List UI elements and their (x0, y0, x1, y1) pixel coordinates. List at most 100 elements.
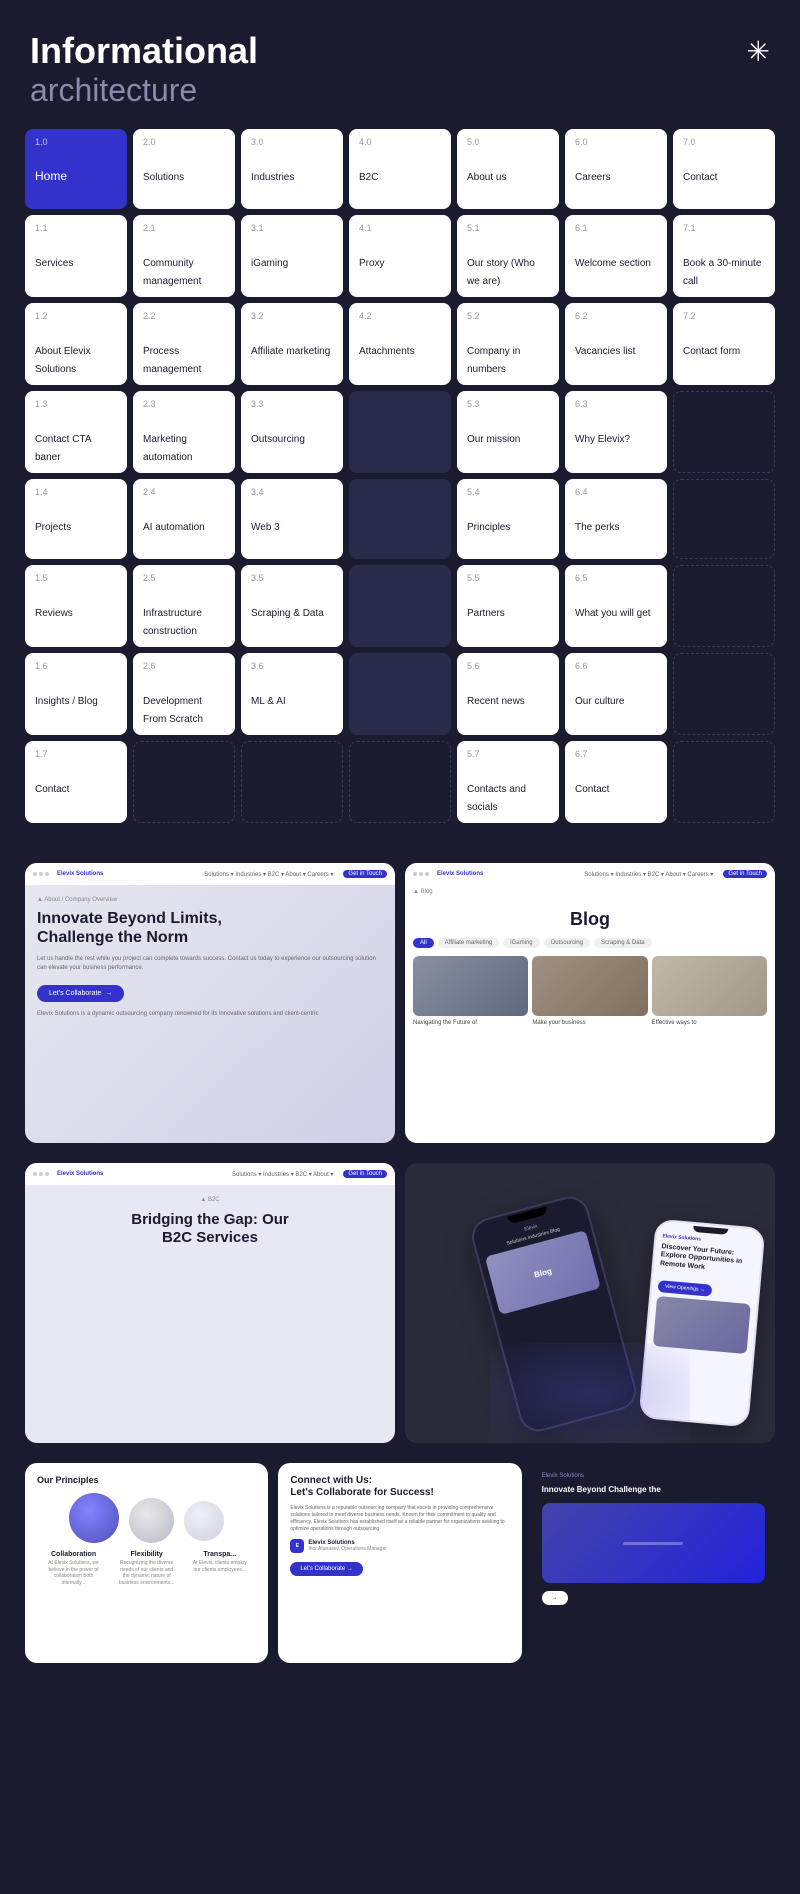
about-nav-logo: Elevix Solutions (57, 871, 103, 877)
blog-tag-all[interactable]: All (413, 938, 434, 948)
grid-cell-outsourcing[interactable]: 3.3 Outsourcing (241, 391, 343, 473)
connect-body: Elevix Solutions is a reputable outsourc… (290, 1505, 509, 1533)
grid-cell-what-you-get[interactable]: 6.5 What you will get (565, 565, 667, 647)
blog-tags: All Affiliate marketing iGaming Outsourc… (405, 938, 775, 956)
grid-cell-about[interactable]: 5.0 About us (457, 129, 559, 209)
blog-images-row (405, 956, 775, 1016)
grid-cell-home[interactable]: 1.0 Home (25, 129, 127, 209)
grid-cell-book[interactable]: 7.1 Book a 30-minute call (673, 215, 775, 297)
blog-tag-igaming[interactable]: iGaming (503, 938, 539, 948)
grid-cell-mission[interactable]: 5.3 Our mission (457, 391, 559, 473)
grid-cell-services[interactable]: 1.1 Services (25, 215, 127, 297)
grid-cell-dev-scratch[interactable]: 2.6 Development From Scratch (133, 653, 235, 735)
principles-title: Our Principles (37, 1475, 256, 1485)
blog-breadcrumb: ▲ Blog (405, 885, 775, 899)
about-headline: Innovate Beyond Limits, Challenge the No… (37, 909, 383, 947)
grid-cell-igaming[interactable]: 3.1 iGaming (241, 215, 343, 297)
blog-image-1 (413, 956, 528, 1016)
about-preview-card: Elevix Solutions Solutions ▾ Industries … (25, 863, 395, 1143)
grid-cell-contact-17[interactable]: 1.7 Contact (25, 741, 127, 823)
orb-flexibility (129, 1498, 174, 1543)
b2c-content: ▲ B2C Bridging the Gap: Our B2C Services (25, 1185, 395, 1259)
blog-preview-card: Elevix Solutions Solutions ▾ Industries … (405, 863, 775, 1143)
blog-caption-1: Navigating the Future of (413, 1020, 528, 1028)
connect-author: Ihor Atanasov, Operations Manager (308, 1546, 387, 1552)
header-section: Informational architecture ✳ (0, 0, 800, 129)
innovate-headline: Innovate Beyond Challenge the (542, 1485, 765, 1495)
grid-cell-b2c[interactable]: 4.0 B2C (349, 129, 451, 209)
principle-label-2: Flexibility Recognizing the diverse need… (117, 1551, 177, 1586)
lets-collaborate-button[interactable]: Let's Collaborate → (37, 985, 124, 1002)
phone-small-headline: Discover Your Future: Explore Opportunit… (659, 1243, 755, 1276)
grid-cell-careers[interactable]: 6.0 Careers (565, 129, 667, 209)
grid-cell-infra[interactable]: 2.5 Infrastructure construction (133, 565, 235, 647)
nav-dots (33, 872, 49, 876)
grid-cell-web3[interactable]: 3.4 Web 3 (241, 479, 343, 559)
grid-cell-principles[interactable]: 5.4 Principles (457, 479, 559, 559)
grid-cell-empty-8 (673, 741, 775, 823)
grid-cell-contact[interactable]: 7.0 Contact (673, 129, 775, 209)
ia-grid: 1.0 Home 2.0 Solutions 3.0 Industries 4.… (0, 129, 800, 853)
blog-tag-affiliate[interactable]: Affiliate marketing (438, 938, 500, 948)
grid-cell-contact-67[interactable]: 6.7 Contact (565, 741, 667, 823)
grid-cell-projects[interactable]: 1.4 Projects (25, 479, 127, 559)
phone-small-content: Elevix Solutions Discover Your Future: E… (646, 1227, 763, 1361)
about-preview-inner: Elevix Solutions Solutions ▾ Industries … (25, 863, 395, 1143)
grid-cell-marketing-auto[interactable]: 2.3 Marketing automation (133, 391, 235, 473)
grid-cell-scraping[interactable]: 3.5 Scraping & Data (241, 565, 343, 647)
grid-cell-contactform[interactable]: 7.2 Contact form (673, 303, 775, 385)
phone-screen-content: Elevix Solutions Industries Blog Blog (472, 1202, 609, 1324)
about-nav-bar: Elevix Solutions Solutions ▾ Industries … (25, 863, 395, 885)
grid-cell-vacancies[interactable]: 6.2 Vacancies list (565, 303, 667, 385)
blog-nav-logo: Elevix Solutions (437, 871, 483, 877)
grid-cell-affiliate[interactable]: 3.2 Affiliate marketing (241, 303, 343, 385)
grid-cell-reviews[interactable]: 1.5 Reviews (25, 565, 127, 647)
grid-cell-dark-4 (349, 653, 451, 735)
innovate-card: Elevix Solutions Innovate Beyond Challen… (532, 1463, 775, 1663)
grid-cell-company-numbers[interactable]: 5.2 Company in numbers (457, 303, 559, 385)
grid-cell-insights[interactable]: 1.6 Insights / Blog (25, 653, 127, 735)
grid-cell-welcome[interactable]: 6.1 Welcome section (565, 215, 667, 297)
blog-image-3 (652, 956, 767, 1016)
grid-cell-ourstory[interactable]: 5.1 Our story (Who we are) (457, 215, 559, 297)
grid-cell-recent-news[interactable]: 5.6 Recent news (457, 653, 559, 735)
grid-cell-contacts-socials[interactable]: 5.7 Contacts and socials (457, 741, 559, 823)
grid-cell-ai-automation[interactable]: 2.4 AI automation (133, 479, 235, 559)
b2c-preview-card: Elevix Solutions Solutions ▾ Industries … (25, 1163, 395, 1443)
grid-cell-empty-1 (673, 391, 775, 473)
elevix-logo-area: E Elevix Solutions Ihor Atanasov, Operat… (290, 1539, 509, 1553)
phone-small-image (652, 1296, 750, 1354)
about-body-text: Elevix Solutions is a dynamic outsourcin… (37, 1010, 383, 1018)
grid-cell-dark-3 (349, 565, 451, 647)
blog-nav-dots (413, 872, 429, 876)
asterisk-icon: ✳ (747, 35, 770, 68)
b2c-headline: Bridging the Gap: Our B2C Services (37, 1211, 383, 1247)
b2c-nav-bar: Elevix Solutions Solutions ▾ Industries … (25, 1163, 395, 1185)
grid-cell-about-elevix[interactable]: 1.2 About Elevix Solutions (25, 303, 127, 385)
grid-cell-solutions[interactable]: 2.0 Solutions (133, 129, 235, 209)
grid-cell-cta-baner[interactable]: 1.3 Contact CTA baner (25, 391, 127, 473)
blog-captions: Navigating the Future of Make your busin… (405, 1016, 775, 1028)
grid-cell-why-elevix[interactable]: 6.3 Why Elevix? (565, 391, 667, 473)
blog-tag-scraping[interactable]: Scraping & Data (594, 938, 652, 948)
grid-cell-ml-ai[interactable]: 3.6 ML & AI (241, 653, 343, 735)
b2c-breadcrumb: ▲ B2C (37, 1197, 383, 1203)
principle-label-3: Transpa... At Elevix, clients employ our… (190, 1551, 250, 1586)
grid-cell-industries[interactable]: 3.0 Industries (241, 129, 343, 209)
grid-cell-empty-6 (241, 741, 343, 823)
innovate-content: Elevix Solutions Innovate Beyond Challen… (532, 1463, 775, 1615)
phone-small-cta-btn[interactable]: View Openings → (657, 1280, 712, 1297)
grid-cell-attachments[interactable]: 4.2 Attachments (349, 303, 451, 385)
grid-cell-perks[interactable]: 6.4 The perks (565, 479, 667, 559)
grid-cell-partners[interactable]: 5.5 Partners (457, 565, 559, 647)
blog-tag-outsourcing[interactable]: Outsourcing (544, 938, 590, 948)
connect-cta-button[interactable]: Let's Collaborate → (290, 1562, 363, 1576)
phone-mockups-card: Elevix Solutions Industries Blog Blog El… (405, 1163, 775, 1443)
grid-cell-empty-4 (673, 653, 775, 735)
grid-cell-culture[interactable]: 6.6 Our culture (565, 653, 667, 735)
grid-cell-community[interactable]: 2.1 Community management (133, 215, 235, 297)
grid-cell-process[interactable]: 2.2 Process management (133, 303, 235, 385)
principles-card: Our Principles Collaboration At Elevix S… (25, 1463, 268, 1663)
innovate-btn[interactable]: → (542, 1591, 568, 1605)
grid-cell-proxy[interactable]: 4.1 Proxy (349, 215, 451, 297)
